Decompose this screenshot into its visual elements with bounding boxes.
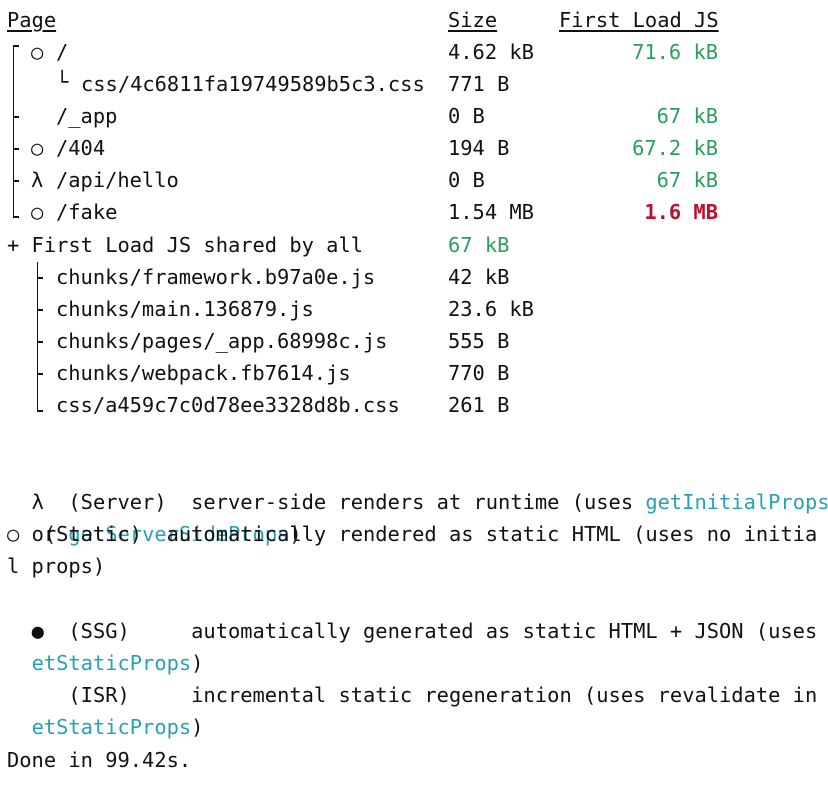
route-first-load: 67.2 kB bbox=[632, 136, 718, 160]
column-header-size: Size bbox=[448, 8, 498, 32]
chunk-size: 42 kB bbox=[448, 265, 510, 289]
chunk-path: chunks/webpack.fb7614.js bbox=[56, 361, 351, 385]
route-tree-line bbox=[13, 45, 14, 217]
route-tree-tick bbox=[13, 116, 19, 118]
route-size: 0 B bbox=[448, 168, 485, 192]
route-symbol: └ bbox=[56, 70, 69, 94]
route-symbol: ○ bbox=[31, 200, 44, 224]
chunk-tree-tick bbox=[37, 341, 43, 343]
legend-static-line: ○ (Static) automatically rendered as sta… bbox=[7, 522, 818, 546]
route-symbol: ○ bbox=[31, 40, 44, 64]
column-header-first-load: First Load JS bbox=[559, 8, 719, 32]
route-tree-tick bbox=[13, 180, 19, 182]
route-first-load: 1.6 MB bbox=[644, 200, 718, 224]
route-symbol: λ bbox=[31, 168, 44, 192]
legend-isr-line-cont: etStaticProps) bbox=[7, 679, 204, 739]
chunk-path: chunks/main.136879.js bbox=[56, 297, 314, 321]
route-path: / bbox=[56, 40, 69, 64]
route-size: 771 B bbox=[448, 72, 510, 96]
chunk-tree-tick bbox=[37, 410, 43, 412]
chunk-size: 23.6 kB bbox=[448, 297, 534, 321]
chunk-size: 555 B bbox=[448, 329, 510, 353]
shared-label: + First Load JS shared by all bbox=[7, 233, 364, 257]
route-path: /_app bbox=[56, 104, 118, 128]
terminal-window: { "headers": {"page": "Page", "size": "S… bbox=[0, 0, 828, 793]
legend-ssg-line-cont: etStaticProps) bbox=[7, 615, 204, 675]
chunk-tree-tick bbox=[37, 277, 43, 279]
legend-static-line-cont: l props) bbox=[7, 554, 106, 578]
done-message: Done in 99.42s. bbox=[7, 748, 192, 772]
route-first-load: 71.6 kB bbox=[632, 40, 718, 64]
route-size: 1.54 MB bbox=[448, 200, 534, 224]
route-tree-tick bbox=[13, 45, 19, 47]
legend-server-line: λ (Server) server-side renders at runtim… bbox=[7, 454, 828, 514]
chunk-size: 261 B bbox=[448, 393, 510, 417]
route-first-load: 67 kB bbox=[656, 168, 718, 192]
legend-keyword: etStaticProps bbox=[31, 715, 192, 739]
route-path: /404 bbox=[56, 136, 106, 160]
chunk-tree-line bbox=[37, 262, 38, 411]
chunk-size: 770 B bbox=[448, 361, 510, 385]
shared-size: 67 kB bbox=[448, 233, 510, 257]
legend-isr-line: (ISR) incremental static regeneration (u… bbox=[7, 647, 828, 707]
route-path: /fake bbox=[56, 200, 118, 224]
route-path: css/4c6811fa19749589b5c3.css bbox=[81, 72, 425, 96]
route-size: 194 B bbox=[448, 136, 510, 160]
route-symbol: ○ bbox=[31, 136, 44, 160]
chunk-tree-tick bbox=[37, 373, 43, 375]
route-path: /api/hello bbox=[56, 168, 179, 192]
chunk-path: chunks/framework.b97a0e.js bbox=[56, 265, 376, 289]
route-tree-tick bbox=[13, 216, 19, 218]
legend-server-line-cont: or getServerSideProps) bbox=[7, 486, 302, 546]
chunk-path: css/a459c7c0d78ee3328d8b.css bbox=[56, 393, 400, 417]
chunk-path: chunks/pages/_app.68998c.js bbox=[56, 329, 388, 353]
route-tree-tick bbox=[13, 148, 19, 150]
column-header-page: Page bbox=[7, 8, 57, 32]
legend-text: ) bbox=[191, 715, 204, 739]
route-size: 0 B bbox=[448, 104, 485, 128]
legend-ssg-line: ● (SSG) automatically generated as stati… bbox=[7, 583, 828, 643]
route-size: 4.62 kB bbox=[448, 40, 534, 64]
route-first-load: 67 kB bbox=[656, 104, 718, 128]
legend-keyword: getInitialProps bbox=[645, 490, 828, 514]
chunk-tree-tick bbox=[37, 309, 43, 311]
